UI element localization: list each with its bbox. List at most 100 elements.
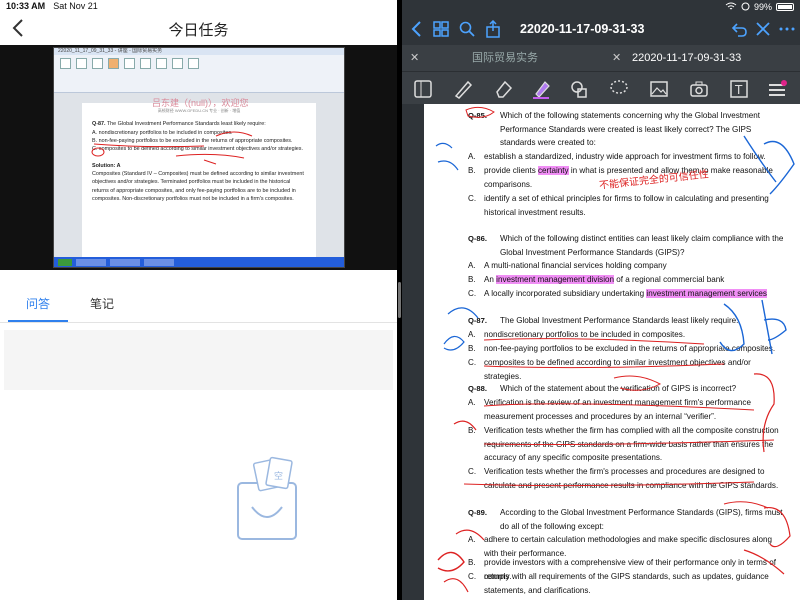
video-solution-text: Composites (Standard IV – Composites) mu… (92, 171, 304, 203)
drag-handle[interactable] (398, 282, 401, 318)
option-text: composites to be defined according to si… (484, 358, 751, 381)
option-letter: C. (468, 358, 477, 367)
video-option-letter: B. (92, 137, 98, 144)
option-letter: A. (468, 330, 476, 339)
back-icon[interactable] (408, 20, 426, 38)
question-text: Which of the following statements concer… (500, 111, 761, 147)
status-bar: 10:33 AM Sat Nov 21 (0, 0, 397, 13)
question-89: Q-89. According to the Global Investment… (468, 506, 786, 533)
option-letter: B. (468, 166, 476, 175)
question-number: Q-86. (468, 234, 487, 243)
video-option-letter: C. (92, 146, 98, 153)
ribbon-button-icon (140, 58, 151, 69)
video-solution-label: Solution: A (92, 162, 121, 169)
pen-icon[interactable] (452, 78, 474, 100)
battery-icon (776, 2, 794, 11)
option-87-c: C. composites to be defined according to … (468, 356, 786, 383)
undo-icon[interactable] (730, 20, 748, 38)
video-option-text: nondiscretionary portfolios to be includ… (98, 129, 233, 136)
option-89-c: C. comply with all requirements of the GI… (468, 570, 786, 597)
wifi-icon (725, 2, 737, 10)
option-letter: C. (468, 289, 477, 298)
question-87: Q-87. The Global Investment Performance … (468, 314, 786, 328)
video-player[interactable]: 22020_11_17_09_31_33 - 讲座 - 国际贸易实务 高顿财经 … (0, 45, 397, 270)
option-87-a: A. nondiscretionary portfolios to be incl… (468, 328, 786, 342)
option-text: comply with all requirements of the GIPS… (484, 572, 769, 595)
image-icon[interactable] (648, 78, 670, 100)
option-text: A multi-national financial services hold… (484, 261, 667, 270)
video-q-num: Q-87. (92, 121, 106, 128)
video-option: C. composites to be defined according to… (92, 145, 306, 153)
option-letter: C. (468, 467, 477, 476)
ribbon-button-icon (124, 58, 135, 69)
ribbon-button-icon (60, 58, 71, 69)
option-letter: C. (468, 194, 477, 203)
highlighter-icon[interactable] (530, 78, 552, 100)
grid-view-icon[interactable] (432, 20, 450, 38)
video-taskbar (54, 257, 344, 267)
qa-input-area (4, 330, 393, 390)
option-88-c: C. Verification tests whether the firm's … (468, 465, 786, 492)
question-number: Q-85. (468, 111, 487, 120)
page-title: 今日任务 (168, 21, 229, 39)
option-letter: B. (468, 275, 476, 284)
battery-percent: 99% (753, 1, 772, 12)
taskbar-item (110, 258, 140, 266)
tab-close-icon[interactable]: ✕ (612, 45, 621, 71)
question-text: Which of the following distinct entities… (500, 234, 784, 257)
video-option: A. nondiscretionary portfolios to be inc… (92, 129, 306, 137)
highlight: investment management division (496, 275, 615, 284)
left-pane: 10:33 AM Sat Nov 21 今日任务 22020_11_17_09_… (0, 0, 397, 600)
tab-document-1[interactable]: 国际贸易实务 (472, 45, 538, 71)
question-85: Q-85. Which of the following statements … (468, 109, 786, 150)
document-title[interactable]: 22020-11-17-09-31-33 (520, 22, 644, 36)
option-text: Verification tests whether the firm's pr… (484, 467, 779, 490)
option-88-a: A. Verification is the review of an inves… (468, 396, 786, 423)
option-text: An investment management division of a r… (484, 275, 725, 284)
video-doc-area: 高顿财经 WWW.GFEDU.CN 专业 · 创新 · 增值 Q-87. The… (54, 93, 344, 257)
left-nav-bar: 今日任务 (0, 13, 397, 45)
video-ribbon (54, 55, 344, 93)
share-icon[interactable] (484, 20, 502, 38)
back-arrow-icon[interactable] (8, 17, 30, 39)
text-box-icon[interactable]: T (728, 78, 750, 100)
question-text: Which of the statement about the verific… (500, 384, 737, 393)
option-letter: B. (468, 558, 476, 567)
tab-close-icon[interactable]: ✕ (410, 45, 419, 71)
right-pane: 99% 22020-11-17-09-31-33 ✕ 国际贸易实务 ✕ 2202… (402, 0, 800, 600)
question-number: Q-87. (468, 316, 487, 325)
option-letter: A. (468, 152, 476, 161)
option-text: A locally incorporated subsidiary undert… (484, 289, 767, 298)
pen-color-icon[interactable] (766, 78, 788, 100)
search-icon[interactable] (458, 20, 476, 38)
option-86-c: C. A locally incorporated subsidiary unde… (468, 287, 786, 301)
highlight: investment management services (646, 289, 767, 298)
taskbar-item (76, 258, 106, 266)
option-88-b: B. Verification tests whether the firm ha… (468, 424, 786, 465)
camera-icon[interactable] (688, 78, 710, 100)
more-icon[interactable] (778, 20, 796, 38)
right-top-bar: 22020-11-17-09-31-33 (402, 13, 800, 45)
left-tabs: 问答 笔记 (0, 285, 397, 323)
pdf-page[interactable]: Q-85. Which of the following statements … (424, 104, 800, 600)
ribbon-button-icon (172, 58, 183, 69)
status-time: 10:33 AM (6, 1, 46, 11)
option-letter: A. (468, 535, 476, 544)
tab-notes[interactable]: 笔记 (90, 295, 114, 312)
shapes-icon[interactable] (568, 78, 590, 100)
video-q-text: The Global Investment Performance Standa… (106, 121, 266, 128)
tab-qa[interactable]: 问答 (26, 295, 50, 312)
option-letter: C. (468, 572, 477, 581)
close-icon[interactable] (754, 20, 772, 38)
video-doc-page: 高顿财经 WWW.GFEDU.CN 专业 · 创新 · 增值 Q-87. The… (82, 103, 316, 257)
eraser-icon[interactable] (492, 78, 514, 100)
ribbon-button-icon (188, 58, 199, 69)
annotation-toolbar: T (402, 71, 800, 104)
video-option: B. non-fee-paying portfolios to be exclu… (92, 137, 306, 145)
ribbon-button-icon (156, 58, 167, 69)
reader-mode-icon[interactable] (412, 78, 434, 100)
lasso-icon[interactable] (608, 78, 630, 100)
option-letter: B. (468, 426, 476, 435)
ribbon-button-icon (108, 58, 119, 69)
tab-document-2[interactable]: 22020-11-17-09-31-33 (632, 45, 741, 71)
